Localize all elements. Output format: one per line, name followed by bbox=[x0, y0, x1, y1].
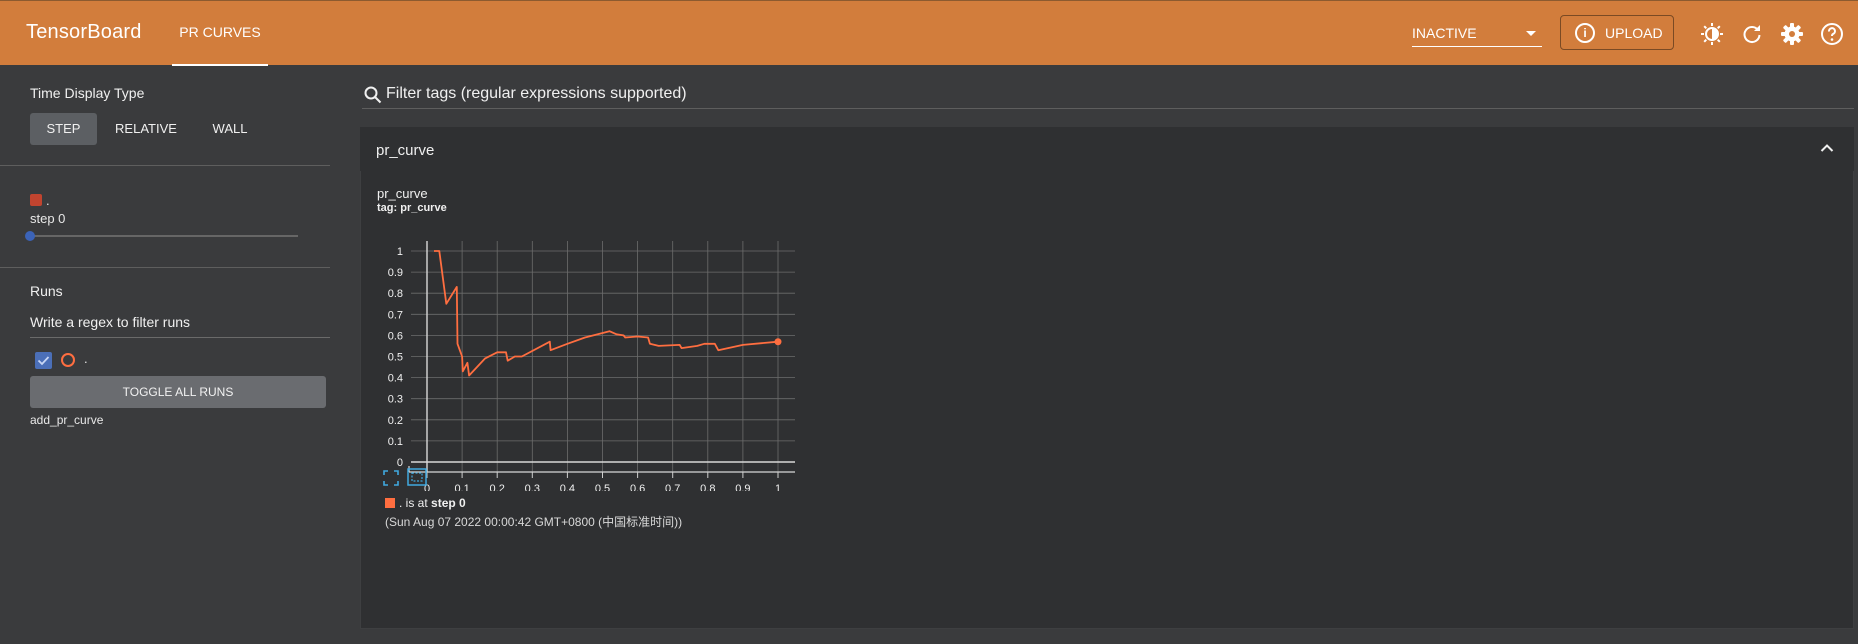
y-tick-label: 0.8 bbox=[388, 288, 403, 300]
y-tick-label: 0 bbox=[397, 457, 403, 469]
x-tick-label: 0.4 bbox=[560, 483, 575, 491]
top-app-bar: TensorBoard PR CURVES INACTIVE i UPLOAD bbox=[0, 0, 1858, 66]
run-name: . bbox=[46, 193, 50, 208]
chart-grid bbox=[411, 241, 795, 472]
y-tick-label: 0.9 bbox=[388, 267, 403, 279]
run-color-circle bbox=[61, 353, 75, 367]
plugin-selector-value: INACTIVE bbox=[1412, 25, 1477, 41]
x-tick-label: 0.5 bbox=[595, 483, 610, 491]
info-icon: i bbox=[1575, 23, 1595, 43]
main-content: Filter tags (regular expressions support… bbox=[330, 65, 1858, 644]
upload-button-label: UPLOAD bbox=[1605, 25, 1663, 41]
y-tick-label: 0.1 bbox=[388, 436, 403, 448]
sidebar-divider bbox=[0, 267, 330, 268]
legend-is-at: is at bbox=[402, 496, 432, 510]
step-slider-knob[interactable] bbox=[25, 231, 35, 241]
filter-runs-placeholder: Write a regex to filter runs bbox=[30, 314, 191, 330]
pr-curve-chart[interactable]: 0 0.1 0.2 0.3 0.4 0.5 0.6 0.7 0.8 0.9 100.10.20.30… bbox=[361, 201, 821, 491]
y-tick-label: 0.4 bbox=[388, 373, 403, 385]
step-slider-track[interactable] bbox=[30, 235, 298, 237]
dropdown-arrow-icon bbox=[1526, 31, 1536, 36]
card-title: pr_curve bbox=[377, 186, 428, 201]
theme-toggle-icon[interactable] bbox=[1700, 22, 1724, 46]
time-option-relative[interactable]: RELATIVE bbox=[106, 113, 186, 145]
legend-swatch bbox=[385, 498, 395, 508]
y-tick-label: 0.3 bbox=[388, 394, 403, 406]
y-tick-label: 0.5 bbox=[388, 352, 403, 364]
chart-tick-labels: 0 0.1 0.2 0.3 0.4 0.5 0.6 0.7 0.8 0.9 100.10.20.30… bbox=[388, 246, 781, 491]
active-tab-indicator bbox=[172, 64, 268, 66]
category-header[interactable]: pr_curve bbox=[360, 127, 1854, 171]
help-icon[interactable] bbox=[1820, 22, 1844, 46]
y-tick-label: 0.2 bbox=[388, 415, 403, 427]
step-label: step 0 bbox=[30, 211, 66, 226]
select-zoom-icon[interactable] bbox=[407, 468, 427, 486]
x-tick-label: 0.1 bbox=[454, 483, 469, 491]
sidebar-divider bbox=[0, 165, 330, 166]
runs-title: Runs bbox=[30, 283, 63, 299]
x-tick-label: 0.2 bbox=[490, 483, 505, 491]
search-icon bbox=[364, 86, 382, 104]
x-tick-label: 0.3 bbox=[525, 483, 540, 491]
time-display-title: Time Display Type bbox=[30, 85, 145, 101]
checkmark-icon bbox=[37, 356, 50, 366]
upload-button[interactable]: i UPLOAD bbox=[1560, 15, 1674, 50]
filter-tags-input[interactable]: Filter tags (regular expressions support… bbox=[362, 77, 1854, 109]
time-option-wall[interactable]: WALL bbox=[200, 113, 260, 145]
tab-pr-curves[interactable]: PR CURVES bbox=[172, 1, 268, 66]
app-brand: TensorBoard bbox=[26, 21, 142, 43]
chart-legend: . is at step 0 bbox=[385, 496, 466, 510]
legend-step: step 0 bbox=[431, 496, 466, 510]
category-title: pr_curve bbox=[376, 142, 435, 159]
chevron-up-icon[interactable] bbox=[1820, 143, 1834, 153]
y-tick-label: 0.6 bbox=[388, 330, 403, 342]
category-body: pr_curve tag: pr_curve 0 0.1 0.2 0.3 0.4 0.5 0… bbox=[360, 171, 1854, 629]
run-checkbox[interactable] bbox=[35, 352, 52, 369]
toggle-all-runs-button[interactable]: TOGGLE ALL RUNS bbox=[30, 376, 326, 408]
x-tick-label: 0.6 bbox=[630, 483, 645, 491]
filter-runs-input[interactable]: Write a regex to filter runs bbox=[30, 314, 330, 338]
fit-domain-icon[interactable] bbox=[383, 470, 399, 486]
settings-gear-icon[interactable] bbox=[1780, 22, 1804, 46]
plugin-selector[interactable]: INACTIVE bbox=[1412, 21, 1542, 47]
x-tick-label: 0.8 bbox=[700, 483, 715, 491]
x-tick-label: 0.9 bbox=[735, 483, 750, 491]
run-color-swatch bbox=[30, 194, 42, 206]
x-tick-label: 0.7 bbox=[665, 483, 680, 491]
series-end-point bbox=[774, 338, 782, 346]
y-tick-label: 1 bbox=[397, 246, 403, 258]
tab-pr-curves-label: PR CURVES bbox=[179, 24, 261, 40]
y-tick-label: 0.7 bbox=[388, 309, 403, 321]
refresh-icon[interactable] bbox=[1740, 22, 1764, 46]
time-option-step[interactable]: STEP bbox=[30, 113, 97, 145]
x-tick-label: 1 bbox=[775, 483, 781, 491]
run-item-label: . bbox=[84, 351, 88, 366]
legend-timestamp: (Sun Aug 07 2022 00:00:42 GMT+0800 (中国标准… bbox=[385, 515, 683, 529]
run-group-label: add_pr_curve bbox=[30, 413, 104, 427]
filter-tags-placeholder: Filter tags (regular expressions support… bbox=[386, 85, 687, 102]
